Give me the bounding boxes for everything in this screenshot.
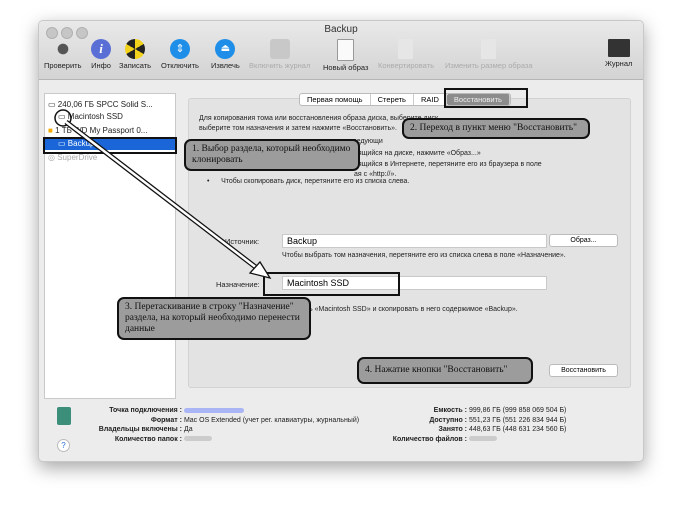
drag-arrow <box>54 109 272 280</box>
callout-step-4: 4. Нажатие кнопки "Восстановить" <box>357 357 533 384</box>
callout-step-2: 2. Переход в пункт меню "Восстановить" <box>402 118 590 139</box>
callout-step-3: 3. Перетаскивание в строку "Назначение" … <box>117 297 311 340</box>
callout-step-1: 1. Выбор раздела, который необходимо кло… <box>184 139 360 171</box>
